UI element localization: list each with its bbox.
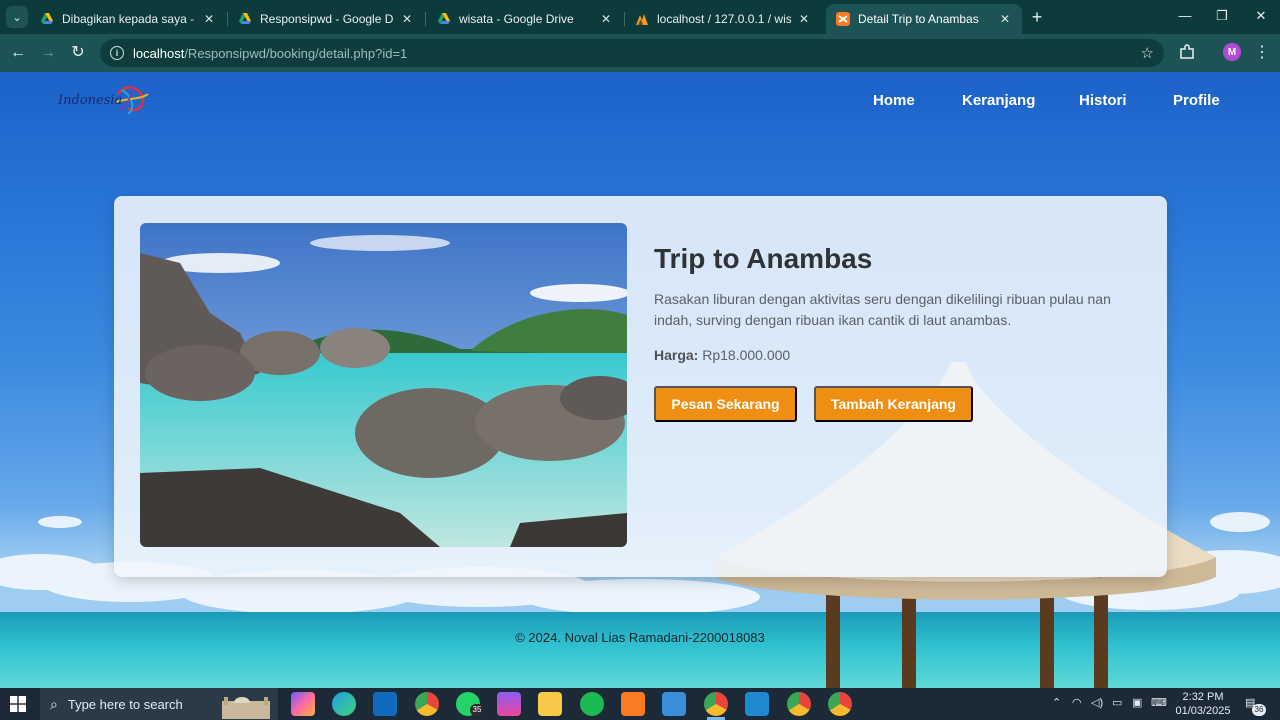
window-app-icon[interactable]: [662, 692, 686, 716]
add-to-cart-button[interactable]: Tambah Keranjang: [814, 386, 973, 422]
profile-avatar[interactable]: M: [1223, 43, 1241, 61]
xampp-icon[interactable]: [621, 692, 645, 716]
wonderful-indonesia-logo[interactable]: Indonesia: [56, 82, 152, 118]
trip-detail-card: Trip to Anambas Rasakan liburan dengan a…: [114, 196, 1167, 577]
tab-label: localhost / 127.0.0.1 / wisata / u: [657, 12, 791, 26]
nav-profile[interactable]: Profile: [1173, 92, 1220, 109]
close-icon[interactable]: ✕: [998, 12, 1012, 26]
reload-icon[interactable]: ↻: [67, 42, 89, 64]
address-bar[interactable]: i localhost/Responsipwd/booking/detail.p…: [100, 39, 1164, 67]
tab-detail-trip[interactable]: Detail Trip to Anambas ✕: [826, 4, 1022, 34]
tab-label: wisata - Google Drive: [459, 12, 574, 26]
copilot-icon[interactable]: [291, 692, 315, 716]
browser-toolbar: ← → ↻ i localhost/Responsipwd/booking/de…: [0, 34, 1280, 72]
search-icon: ⌕: [50, 695, 58, 712]
battery-icon[interactable]: ▭: [1112, 696, 1122, 709]
trip-photo: [140, 223, 627, 547]
tab-responsipwd[interactable]: Responsipwd - Google Drive ✕: [228, 4, 424, 34]
back-arrow-icon[interactable]: ←: [7, 42, 29, 64]
google-drive-icon: [239, 13, 251, 24]
phpmyadmin-icon: [636, 14, 648, 25]
url-host: localhost: [133, 45, 185, 61]
search-highlight-image: [222, 697, 270, 719]
site-header: Indonesia Home Keranjang Histori Profile: [0, 72, 1280, 132]
nav-home[interactable]: Home: [873, 92, 915, 109]
bookmark-star-icon[interactable]: ☆: [1141, 44, 1154, 62]
trip-title: Trip to Anambas: [654, 243, 873, 274]
chrome-icon[interactable]: [828, 692, 852, 716]
google-drive-icon: [41, 13, 53, 24]
windows-taskbar: ⌕ Type here to search 35 ⌃ ◠ ◁) ▭ ▣ ⌨ 2:…: [0, 688, 1280, 720]
vscode-icon[interactable]: [745, 692, 769, 716]
spotify-icon[interactable]: [580, 692, 604, 716]
xampp-icon: [836, 12, 850, 26]
device-icon[interactable]: ▣: [1132, 696, 1142, 709]
trip-price: Harga: Rp18.000.000: [654, 347, 790, 363]
logo-text: Indonesia: [58, 93, 123, 108]
window-close-icon[interactable]: ✕: [1251, 6, 1271, 26]
maximize-icon[interactable]: ❐: [1212, 6, 1232, 26]
network-icon[interactable]: ◠: [1072, 696, 1082, 709]
keyboard-icon[interactable]: ⌨: [1151, 696, 1167, 709]
nav-keranjang[interactable]: Keranjang: [962, 92, 1035, 109]
tab-phpmyadmin[interactable]: localhost / 127.0.0.1 / wisata / u ✕: [625, 4, 821, 34]
page-viewport: Indonesia Home Keranjang Histori Profile: [0, 72, 1280, 688]
edge-icon[interactable]: [332, 692, 356, 716]
notification-count-badge: 36: [1252, 704, 1266, 716]
extensions-puzzle-icon[interactable]: [1178, 43, 1196, 61]
outlook-icon[interactable]: [373, 692, 397, 716]
background-sea: [0, 612, 1280, 688]
kebab-menu-icon[interactable]: ⋮: [1254, 42, 1270, 64]
chrome-profile-icon[interactable]: [704, 692, 728, 716]
nav-histori[interactable]: Histori: [1079, 92, 1127, 109]
trip-description: Rasakan liburan dengan aktivitas seru de…: [654, 291, 1111, 328]
url-path: /Responsipwd/booking/detail.php?id=1: [184, 45, 408, 61]
taskbar-search[interactable]: ⌕ Type here to search: [40, 688, 278, 720]
search-placeholder: Type here to search: [67, 696, 183, 712]
minimize-icon[interactable]: —: [1175, 6, 1195, 26]
clock-time: 2:32 PM: [1182, 691, 1224, 703]
order-now-button[interactable]: Pesan Sekarang: [654, 386, 797, 422]
anambas-beach-image: [140, 223, 627, 547]
close-icon[interactable]: ✕: [202, 12, 216, 26]
new-tab-plus-icon[interactable]: +: [1028, 8, 1046, 26]
forward-arrow-icon[interactable]: →: [37, 42, 59, 64]
whatsapp-badge: 35: [470, 704, 484, 716]
stack-app-icon[interactable]: [497, 692, 521, 716]
tab-label: Responsipwd - Google Drive: [260, 12, 394, 26]
tray-chevron-up-icon[interactable]: ⌃: [1052, 696, 1061, 709]
volume-icon[interactable]: ◁): [1091, 696, 1103, 709]
tab-dibagikan[interactable]: Dibagikan kepada saya - Google ✕: [30, 4, 226, 34]
tab-search-chevron-icon[interactable]: ⌄: [6, 6, 28, 28]
tab-label: Detail Trip to Anambas: [858, 12, 979, 26]
tab-divider: [425, 12, 426, 26]
google-drive-icon: [438, 13, 450, 24]
chrome-icon[interactable]: [415, 692, 439, 716]
browser-tab-strip: ⌄ Dibagikan kepada saya - Google ✕ Respo…: [0, 0, 1280, 34]
windows-start-icon[interactable]: [10, 696, 26, 712]
close-icon[interactable]: ✕: [400, 12, 414, 26]
chrome-icon[interactable]: [787, 692, 811, 716]
close-icon[interactable]: ✕: [599, 12, 613, 26]
footer-copyright: © 2024. Noval Lias Ramadani-2200018083: [515, 630, 765, 645]
taskbar-clock[interactable]: 2:32 PM 01/03/2025: [1172, 690, 1234, 718]
file-explorer-icon[interactable]: [538, 692, 562, 716]
site-info-icon[interactable]: i: [110, 46, 124, 60]
tab-label: Dibagikan kepada saya - Google: [62, 12, 196, 26]
close-icon[interactable]: ✕: [797, 12, 811, 26]
price-label: Harga:: [654, 347, 699, 363]
price-value: Rp18.000.000: [702, 347, 791, 363]
tab-wisata[interactable]: wisata - Google Drive ✕: [427, 4, 623, 34]
clock-date: 01/03/2025: [1175, 705, 1231, 717]
